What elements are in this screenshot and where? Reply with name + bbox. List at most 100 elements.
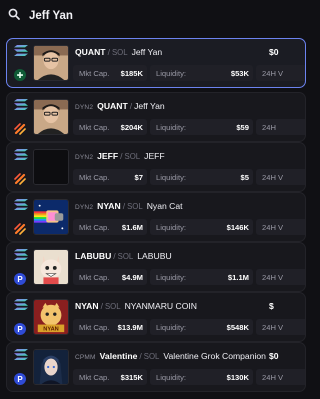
separator: / <box>139 351 142 361</box>
market-cap: Mkt Cap. $13.9M <box>73 319 147 335</box>
market-cap-label: Mkt Cap. <box>79 68 110 78</box>
token-name-line: DYN2 NYAN / SOL Nyan Cat <box>75 201 183 211</box>
token-name-line: NYAN / SOL NYANMARU COIN <box>75 301 197 311</box>
pool-tag: CPMM <box>75 354 96 361</box>
separator: / <box>113 251 116 261</box>
result-row[interactable]: DYN2 QUANT / Jeff Yan Mkt Cap. $204K Liquidi… <box>6 92 306 142</box>
token-ticker: QUANT <box>75 47 106 57</box>
labubu-icon <box>34 250 68 284</box>
solana-icon <box>14 149 30 160</box>
market-cap-value: $204K <box>120 122 143 132</box>
token-ticker: QUANT <box>97 101 128 111</box>
liquidity: Liquidity: $5 <box>150 169 253 185</box>
pool-tag: DYN2 <box>75 154 94 161</box>
liquidity-label: Liquidity: <box>156 372 186 382</box>
market-cap: Mkt Cap. $4.9M <box>73 269 147 285</box>
volume-24h: 24H V <box>256 369 305 385</box>
volume-label: 24H V <box>262 322 284 332</box>
result-row[interactable]: DYN2 NYAN / SOL Nyan Cat Mkt Cap. $1.6M Liqui… <box>6 192 306 242</box>
token-name-line: CPMM Valentine / SOL Valentine Grok Companio… <box>75 351 266 361</box>
dyn-icon <box>14 123 26 135</box>
result-row[interactable]: P LABUBU / SOL LABUBU Mkt Cap. $4.9M Liquidi… <box>6 242 306 292</box>
result-row[interactable]: P NYAN NYAN / SOL NYANMARU COIN Mkt Cap. $13… <box>6 292 306 342</box>
token-image <box>33 349 69 385</box>
chain-label: SOL <box>117 252 134 261</box>
pool-tag: DYN2 <box>75 204 94 211</box>
token-name-line: LABUBU / SOL LABUBU <box>75 251 172 261</box>
dyn-icon <box>14 223 26 235</box>
token-stats: Mkt Cap. $185K Liquidity: $53K 24H V <box>73 65 305 81</box>
liquidity-label: Liquidity: <box>156 122 186 132</box>
result-row[interactable]: ✚ QUANT / SOL Jeff Yan Mkt Cap. $185K Liquid… <box>6 38 306 88</box>
token-stats: Mkt Cap. $204K Liquidity: $59 24H <box>73 119 305 135</box>
market-cap-label: Mkt Cap. <box>79 372 110 382</box>
volume-24h: 24H V <box>256 65 305 81</box>
volume-label: 24H V <box>262 172 284 182</box>
p-icon: P <box>14 373 26 385</box>
volume-24h: 24H V <box>256 319 305 335</box>
chain-column <box>14 199 30 235</box>
market-cap: Mkt Cap. $7 <box>73 169 147 185</box>
chain-label: SOL <box>104 302 121 311</box>
blank-icon <box>34 150 68 184</box>
anime-portrait-icon <box>34 350 68 384</box>
market-cap-value: $315K <box>120 372 143 382</box>
chain-label: SOL <box>127 202 143 211</box>
solana-icon <box>14 349 30 360</box>
pump-icon: ✚ <box>14 69 26 81</box>
liquidity-value: $130K <box>226 372 249 382</box>
liquidity-label: Liquidity: <box>156 222 186 232</box>
market-cap: Mkt Cap. $315K <box>73 369 147 385</box>
chain-column: P <box>14 299 30 335</box>
result-row[interactable]: DYN2 JEFF / SOL JEFF Mkt Cap. $7 Liquidity: $5… <box>6 142 306 192</box>
separator: / <box>107 47 110 57</box>
volume-label: 24H V <box>262 222 284 232</box>
solana-icon <box>14 199 30 210</box>
token-name-line: QUANT / SOL Jeff Yan <box>75 47 162 57</box>
liquidity-label: Liquidity: <box>156 322 186 332</box>
token-stats: Mkt Cap. $7 Liquidity: $5 24H V <box>73 169 305 185</box>
liquidity: Liquidity: $130K <box>150 369 253 385</box>
token-image <box>33 199 69 235</box>
search-bar[interactable]: Jeff Yan <box>0 0 280 32</box>
liquidity-value: $548K <box>226 322 249 332</box>
volume-24h: 24H V <box>256 169 305 185</box>
solana-icon <box>14 45 30 56</box>
token-image <box>33 45 69 81</box>
separator: / <box>122 201 126 211</box>
market-cap: Mkt Cap. $1.6M <box>73 219 147 235</box>
market-cap-label: Mkt Cap. <box>79 272 110 282</box>
liquidity: Liquidity: $1.1M <box>150 269 253 285</box>
liquidity-label: Liquidity: <box>156 68 186 78</box>
search-icon <box>8 7 20 25</box>
chain-column: P <box>14 349 30 385</box>
volume-label: 24H V <box>262 68 284 78</box>
market-cap: Mkt Cap. $185K <box>73 65 147 81</box>
volume-label: 24H <box>262 122 276 132</box>
token-image <box>33 249 69 285</box>
search-input[interactable]: Jeff Yan <box>29 10 73 22</box>
p-icon: P <box>14 273 26 285</box>
volume-24h: 24H V <box>256 219 305 235</box>
chain-label: SOL <box>143 352 160 361</box>
solana-icon <box>14 99 30 110</box>
market-cap-label: Mkt Cap. <box>79 172 110 182</box>
market-cap-value: $13.9M <box>117 322 143 332</box>
token-name: LABUBU <box>137 251 172 261</box>
token-image: NYAN <box>33 299 69 335</box>
market-cap-value: $185K <box>120 68 143 78</box>
token-price: $0 <box>269 351 279 361</box>
token-ticker: NYAN <box>75 301 99 311</box>
result-row[interactable]: P CPMM Valentine / SOL Valentine Grok Compan… <box>6 342 306 392</box>
token-ticker: NYAN <box>97 201 121 211</box>
chain-column: ✚ <box>14 45 30 81</box>
token-price: $0 <box>269 47 279 57</box>
separator: / <box>129 101 133 111</box>
liquidity-label: Liquidity: <box>156 172 186 182</box>
token-name: Nyan Cat <box>146 201 183 211</box>
liquidity-value: $53K <box>230 68 249 78</box>
volume-24h: 24H <box>256 119 305 135</box>
solana-icon <box>14 249 30 260</box>
token-image <box>33 149 69 185</box>
token-stats: Mkt Cap. $4.9M Liquidity: $1.1M 24H V <box>73 269 305 285</box>
